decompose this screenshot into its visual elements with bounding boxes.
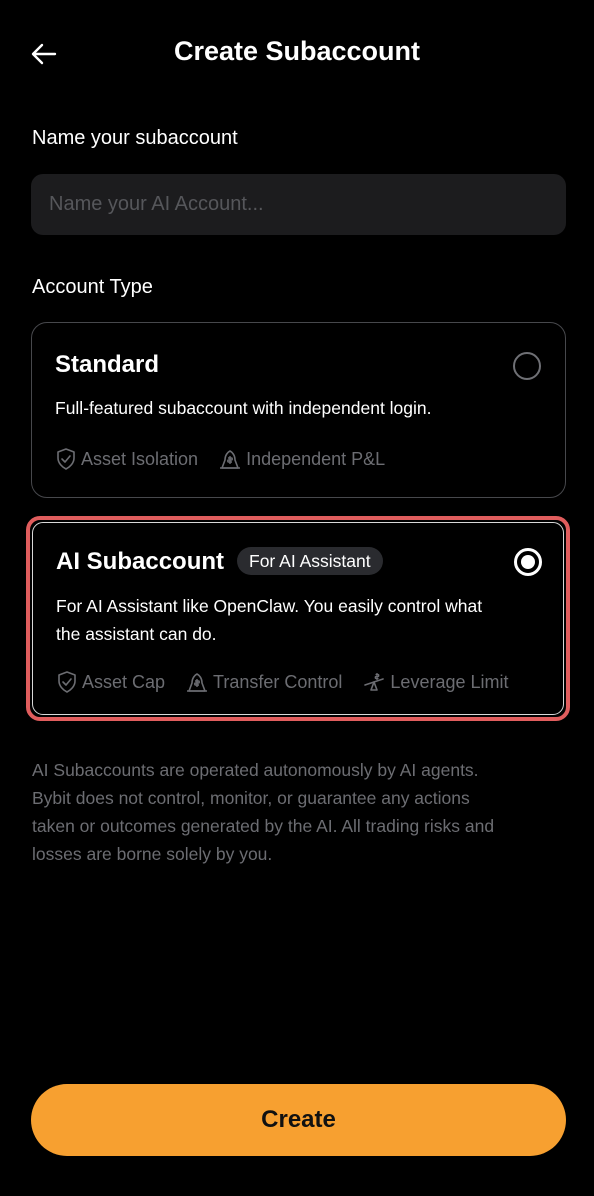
feature-label: Leverage Limit: [390, 671, 509, 692]
radio-standard[interactable]: [513, 352, 541, 380]
feature-leverage-limit: Leverage Limit: [362, 670, 509, 694]
account-type-label: Account Type: [32, 276, 153, 298]
option-title: Standard: [55, 351, 160, 378]
feature-label: Transfer Control: [213, 671, 343, 692]
feature-asset-isolation: Asset Isolation: [55, 447, 198, 471]
radio-selected-dot: [521, 555, 535, 569]
feature-label: Asset Cap: [82, 671, 166, 692]
feature-asset-cap: Asset Cap: [56, 670, 165, 694]
shield-check-icon: [57, 448, 75, 470]
disclaimer-line-4: losses are borne solely by you.: [32, 844, 273, 864]
account-option-ai-subaccount[interactable]: AI Subaccount For AI Assistant For AI As…: [26, 516, 570, 721]
feature-list: Asset Isolation Independent P&L: [55, 447, 405, 471]
option-description: Full-featured subaccount with independen…: [55, 398, 432, 418]
leverage-limit-icon: [364, 673, 385, 691]
feature-transfer-control: Transfer Control: [185, 670, 342, 694]
account-option-standard[interactable]: Standard Full-featured subaccount with i…: [31, 322, 566, 498]
feature-list: Asset Cap Transfer Control Leverage Limi…: [56, 670, 529, 694]
name-section-label: Name your subaccount: [32, 127, 238, 149]
header: Create Subaccount: [0, 22, 594, 86]
disclaimer-line-3: taken or outcomes generated by the AI. A…: [32, 816, 495, 836]
ai-assistant-badge: For AI Assistant: [237, 547, 383, 575]
radio-ai-subaccount[interactable]: [514, 548, 542, 576]
ai-disclaimer-text: AI Subaccounts are operated autonomously…: [32, 756, 562, 868]
feature-label: Asset Isolation: [81, 448, 199, 469]
description-line-1: For AI Assistant like OpenClaw. You easi…: [56, 596, 483, 616]
option-title: AI Subaccount: [56, 548, 225, 575]
shield-check-icon: [58, 671, 76, 693]
description-line-2: the assistant can do.: [56, 624, 217, 644]
create-button[interactable]: Create: [31, 1084, 566, 1156]
create-subaccount-screen: Create Subaccount Name your subaccount A…: [0, 0, 594, 1196]
pnl-icon: [220, 450, 241, 469]
subaccount-name-input[interactable]: [31, 174, 566, 235]
feature-independent-pnl: Independent P&L: [218, 447, 385, 471]
option-description: For AI Assistant like OpenClaw. You easi…: [56, 592, 482, 648]
page-title: Create Subaccount: [173, 36, 421, 66]
disclaimer-line-2: Bybit does not control, monitor, or guar…: [32, 788, 470, 808]
transfer-control-icon: [187, 673, 208, 692]
disclaimer-line-1: AI Subaccounts are operated autonomously…: [32, 760, 479, 780]
feature-label: Independent P&L: [246, 448, 386, 469]
